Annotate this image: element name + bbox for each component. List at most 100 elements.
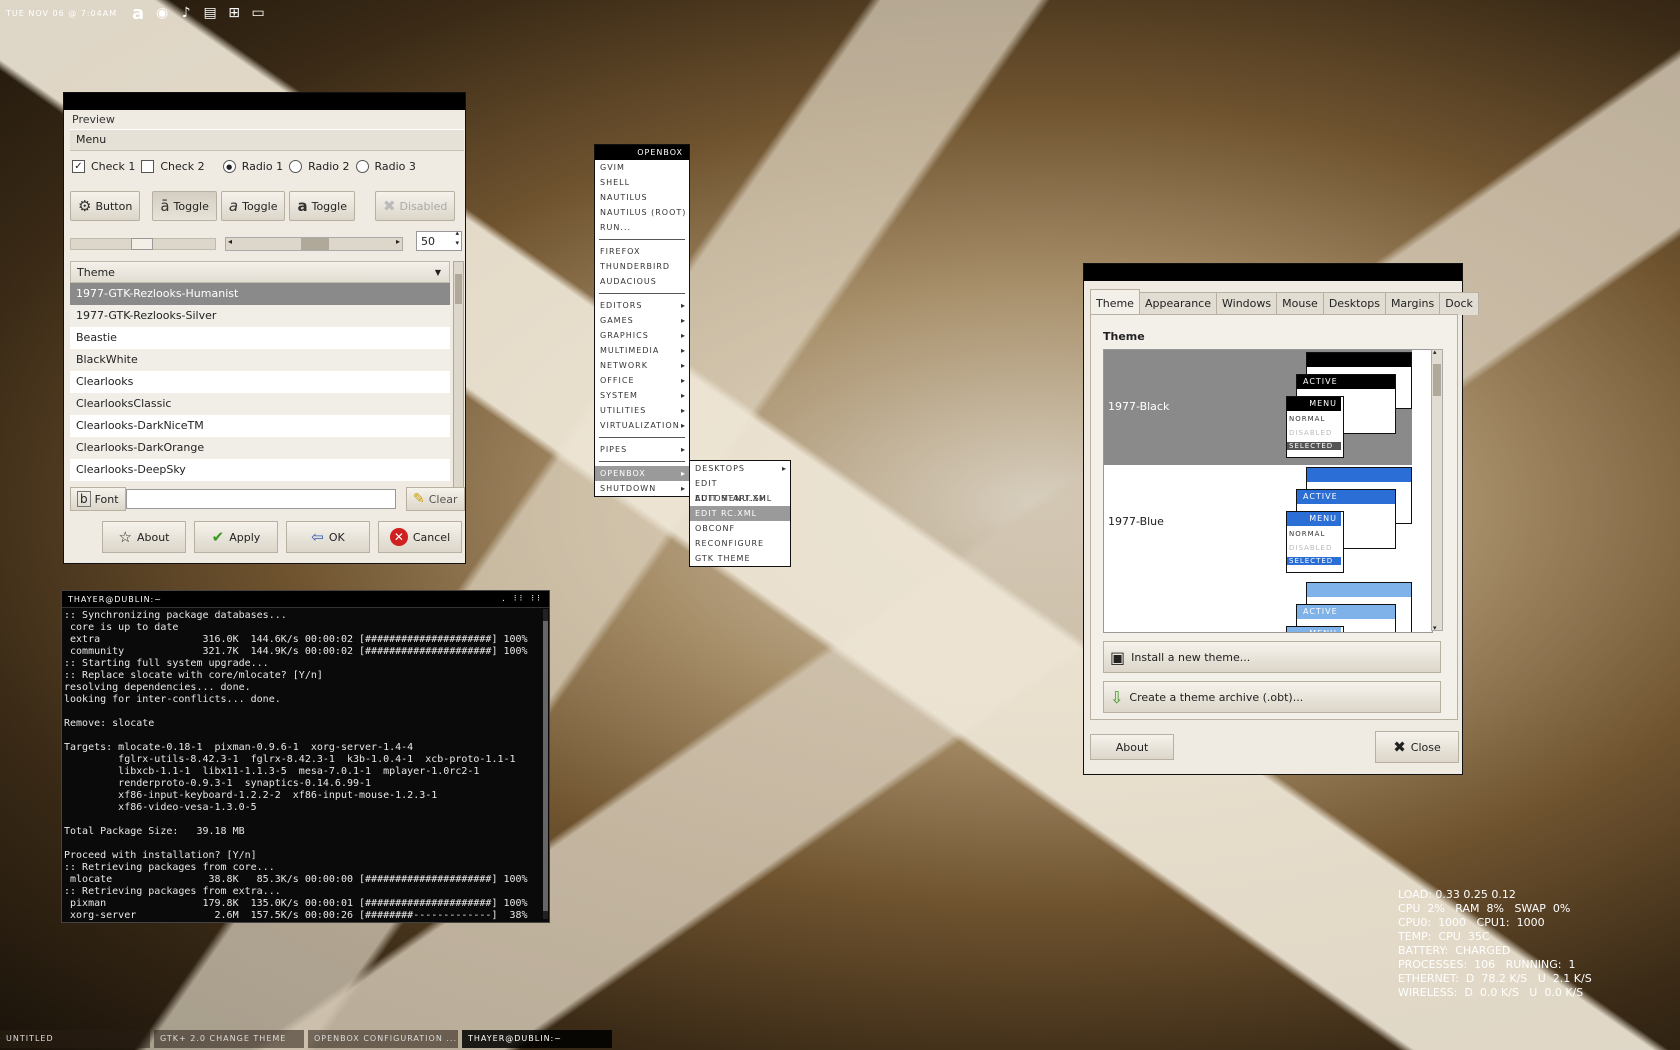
toggle-button-2[interactable]: a Toggle	[220, 191, 286, 221]
openbox-menu-item[interactable]: SYSTEM	[595, 388, 689, 403]
font-input[interactable]	[126, 489, 396, 509]
ok-button[interactable]: ⇦ OK	[286, 521, 370, 553]
openbox-submenu-item[interactable]: EDIT MENU.XML	[690, 491, 790, 506]
radio-2-label[interactable]: Radio 2	[308, 160, 349, 173]
tab-desktops[interactable]: Desktops	[1322, 292, 1386, 315]
openbox-menu-item[interactable]: EDITORS	[595, 298, 689, 313]
taskbar-item[interactable]: THAYER@DUBLIN:~	[462, 1030, 612, 1048]
spin-button[interactable]: 50 ▴ ▾	[416, 228, 462, 251]
theme-list-scrollbar[interactable]: ▴ ▾	[1431, 348, 1443, 632]
apply-button[interactable]: ✔ Apply	[194, 521, 278, 553]
font-button[interactable]: b Font	[70, 487, 126, 511]
openbox-menu-item[interactable]: RUN...	[595, 220, 689, 235]
radio-3-button[interactable]	[355, 160, 369, 173]
openbox-menu-item[interactable]: SHUTDOWN	[595, 481, 689, 496]
network-icon[interactable]: ⊞	[225, 4, 243, 22]
openbox-menu-item[interactable]: GRAPHICS	[595, 328, 689, 343]
openbox-submenu-item[interactable]: RECONFIGURE	[690, 536, 790, 551]
terminal-window[interactable]: THAYER@DUBLIN:~ . ⁝⁝ ⁝⁝ :: Synchronizing…	[61, 590, 550, 923]
list-item[interactable]: Clearlooks	[70, 371, 450, 393]
theme-list-scrollbar[interactable]	[453, 261, 464, 493]
openbox-submenu-item[interactable]: GTK THEME	[690, 551, 790, 566]
menu-label[interactable]: Menu	[76, 133, 106, 146]
openbox-menu-item[interactable]: GAMES	[595, 313, 689, 328]
radio-3-label[interactable]: Radio 3	[375, 160, 416, 173]
tab-appearance[interactable]: Appearance	[1138, 292, 1218, 315]
obconf-close-button[interactable]: ✖ Close	[1375, 731, 1459, 763]
openbox-submenu-item[interactable]: DESKTOPS	[690, 461, 790, 476]
openbox-menu-item[interactable]: VIRTUALIZATION	[595, 418, 689, 433]
scroll-up-icon[interactable]: ▴	[1433, 348, 1437, 356]
theme-list-item[interactable]: 1977-Blue ACTIVE MENU NORMAL DISABLED SELECTE…	[1104, 465, 1412, 580]
theme-list-item[interactable]: 1977-Black ACTIVE MENU NORMAL DISABLED SELECT…	[1104, 350, 1412, 465]
obconf-about-button[interactable]: About	[1090, 734, 1174, 760]
tab-mouse[interactable]: Mouse	[1276, 292, 1324, 315]
openbox-menu-item[interactable]: FIREFOX	[595, 244, 689, 259]
theme-column-header[interactable]: Theme ▼	[70, 261, 450, 283]
openbox-menu-item[interactable]: OPENBOX	[595, 466, 689, 481]
taskbar-item[interactable]: UNTITLED	[0, 1030, 150, 1048]
taskbar-item[interactable]: OPENBOX CONFIGURATION ...	[308, 1030, 458, 1048]
terminal-titlebar[interactable]: THAYER@DUBLIN:~ . ⁝⁝ ⁝⁝	[62, 591, 549, 608]
openbox-menu-item[interactable]: NETWORK	[595, 358, 689, 373]
terminal-scroll-thumb[interactable]	[543, 621, 548, 911]
firefox-icon[interactable]: ◉	[153, 4, 171, 22]
tab-windows[interactable]: Windows	[1216, 292, 1278, 315]
clipboard-icon[interactable]: ▤	[201, 4, 219, 22]
list-item[interactable]: ClearlooksClassic	[70, 393, 450, 415]
horizontal-scrollbar[interactable]: ◂ ▸	[225, 237, 403, 251]
openbox-menu-item[interactable]: PIPES	[595, 442, 689, 457]
radio-1-button[interactable]: ●	[222, 160, 236, 173]
theme-list-scroll-thumb[interactable]	[455, 274, 462, 304]
openbox-menu-item[interactable]: MULTIMEDIA	[595, 343, 689, 358]
openbox-submenu-item[interactable]: EDIT AUTOSTART.SH	[690, 476, 790, 503]
list-item[interactable]: Clearlooks-DarkNiceTM	[70, 415, 450, 437]
openbox-submenu-item[interactable]: OBCONF	[690, 521, 790, 536]
check-2-box[interactable]	[141, 160, 155, 173]
openbox-menu-item[interactable]: NAUTILUS (ROOT)	[595, 205, 689, 220]
tab-theme[interactable]: Theme	[1090, 289, 1140, 315]
radio-1-label[interactable]: Radio 1	[242, 160, 283, 173]
scroll-right-icon[interactable]: ▸	[396, 237, 400, 246]
theme-list-item[interactable]: ACTIVE MENUNORMALDISABLEDSELECTED	[1104, 580, 1412, 632]
aurora-a-icon[interactable]: a	[129, 3, 147, 24]
openbox-menu-item[interactable]: GVIM	[595, 160, 689, 175]
radio-2-button[interactable]	[289, 160, 303, 173]
openbox-menu-item[interactable]: UTILITIES	[595, 403, 689, 418]
taskbar-item[interactable]: GTK+ 2.0 CHANGE THEME	[154, 1030, 304, 1048]
display-icon[interactable]: ▭	[249, 4, 267, 22]
preview-button[interactable]: ⚙ Button	[70, 191, 141, 221]
about-button[interactable]: ☆ About	[102, 521, 186, 553]
list-item[interactable]: Beastie	[70, 327, 450, 349]
theme-list-scroll-thumb[interactable]	[1433, 364, 1441, 396]
list-item[interactable]: Clearlooks-DeepSky	[70, 459, 450, 481]
clear-button[interactable]: ✎ Clear	[406, 487, 465, 511]
volume-icon[interactable]: ♪	[177, 4, 195, 22]
cancel-button[interactable]: ✕ Cancel	[378, 521, 462, 553]
horizontal-scale[interactable]	[70, 238, 216, 250]
toggle-button-1[interactable]: ā Toggle	[152, 191, 217, 221]
gtk-window-titlebar[interactable]	[64, 93, 465, 110]
preview-menubar[interactable]: Menu	[70, 129, 464, 151]
scroll-left-icon[interactable]: ◂	[228, 237, 232, 246]
spin-arrows-icon[interactable]: ▴ ▾	[455, 228, 459, 248]
openbox-menu-item[interactable]: AUDACIOUS	[595, 274, 689, 289]
check-1-label[interactable]: Check 1	[91, 160, 135, 173]
check-2-label[interactable]: Check 2	[160, 160, 204, 173]
window-controls-icon[interactable]: . ⁝⁝ ⁝⁝	[502, 594, 543, 604]
tab-dock[interactable]: Dock	[1439, 292, 1479, 315]
toggle-button-3[interactable]: a Toggle	[289, 191, 355, 221]
openbox-submenu-item[interactable]: EDIT RC.XML	[690, 506, 790, 521]
horizontal-scroll-thumb[interactable]	[301, 238, 329, 250]
list-item[interactable]: 1977-GTK-Rezlooks-Silver	[70, 305, 450, 327]
openbox-menu-item[interactable]: NAUTILUS	[595, 190, 689, 205]
create-archive-button[interactable]: ⇩ Create a theme archive (.obt)...	[1103, 681, 1441, 713]
scroll-down-icon[interactable]: ▾	[1433, 624, 1437, 632]
list-item[interactable]: BlackWhite	[70, 349, 450, 371]
openbox-menu-item[interactable]: THUNDERBIRD	[595, 259, 689, 274]
scale-knob[interactable]	[131, 238, 153, 250]
install-theme-button[interactable]: ▣ Install a new theme...	[1103, 641, 1441, 673]
list-item[interactable]: Clearlooks-DarkOrange	[70, 437, 450, 459]
openbox-menu-item[interactable]: OFFICE	[595, 373, 689, 388]
terminal-scrollbar[interactable]	[543, 609, 548, 919]
